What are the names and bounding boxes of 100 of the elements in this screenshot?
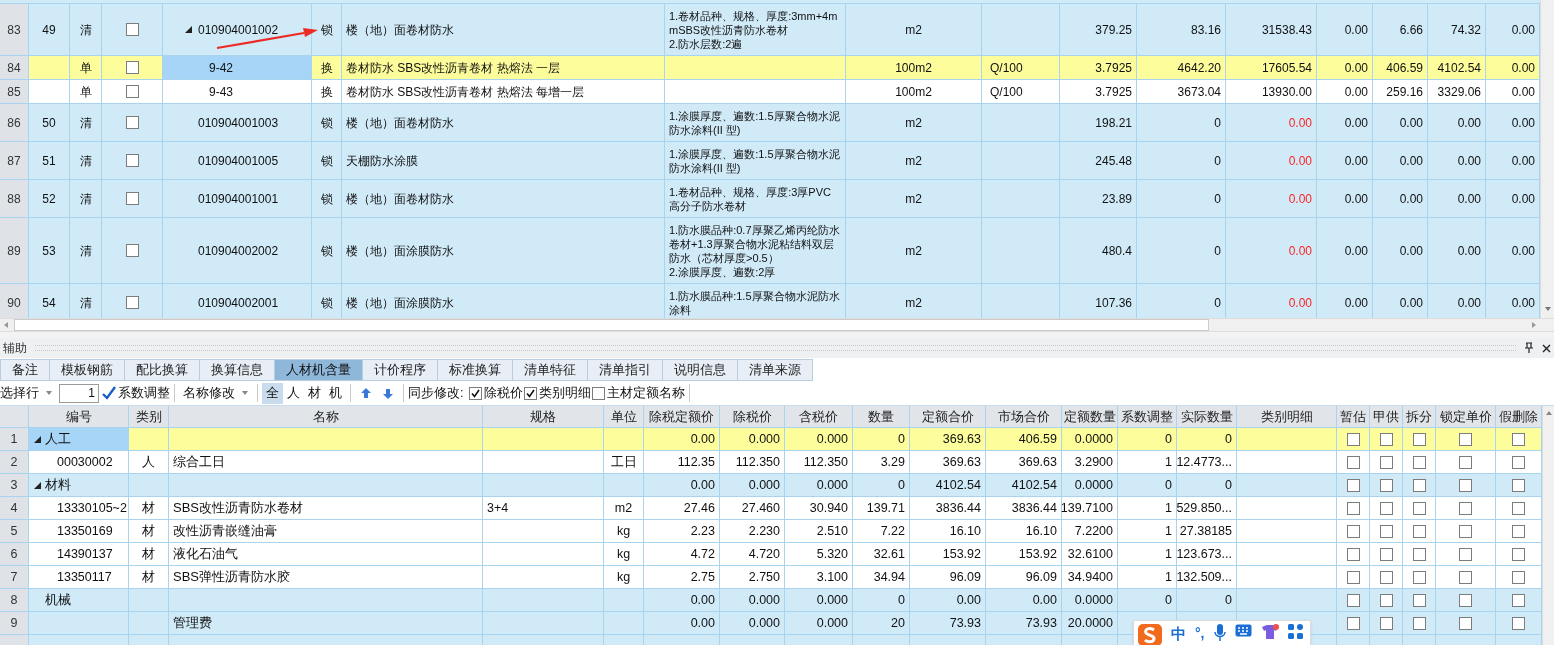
checkbox[interactable] <box>125 85 139 98</box>
checkbox[interactable] <box>125 244 139 257</box>
checkbox[interactable] <box>1459 547 1472 561</box>
checkbox[interactable] <box>1379 547 1393 561</box>
checkbox[interactable] <box>1459 524 1472 538</box>
checkbox[interactable] <box>1459 616 1472 630</box>
table-row[interactable]: 85 单 9-43 换 卷材防水 SBS改性沥青卷材 热熔法 每增一层 100m2 Q/100 3.7925 3673.04 13930.00 0.00 259.16 3329.06 0.00 <box>0 80 1540 104</box>
table-row[interactable]: 83 49 清 010904001002 锁 楼（地）面卷材防水 1.卷材品种、规格、厚度:3mm+4mmSBS改性沥青防水卷材 2.防水层数:2遍 m2 379.25 83.16 31538.43 0.00 6.66 74.32 0.00 <box>0 4 1540 56</box>
logo-icon[interactable] <box>1138 624 1162 645</box>
checkbox[interactable] <box>592 386 606 400</box>
checkbox[interactable] <box>1412 616 1426 630</box>
checkbox[interactable] <box>1512 570 1525 584</box>
checkbox[interactable] <box>1459 455 1472 469</box>
checkbox[interactable] <box>1379 616 1393 630</box>
checkbox[interactable] <box>1379 524 1393 538</box>
checkbox[interactable] <box>1412 593 1426 607</box>
checkbox[interactable] <box>1512 501 1525 515</box>
vertical-scrollbar[interactable] <box>1542 406 1554 645</box>
checkbox[interactable] <box>1459 501 1472 515</box>
table-row[interactable]: 89 53 清 010904002002 锁 楼（地）面涂膜防水 1.防水膜品种:0.7厚聚乙烯丙纶防水卷材+1.3厚聚合物水泥粘结料双层防水（芯材厚度>0.5） 2.涂膜厚度、遍数:2厚 m2 480.4 0 0.00 0.00 0.00 0.00 0.00 <box>0 218 1540 284</box>
tab[interactable]: 标准换算 <box>438 359 513 381</box>
table-row[interactable]: 88 52 清 010904001001 锁 楼（地）面卷材防水 1.卷材品种、规格、厚度:3厚PVC 高分子防水卷材 m2 23.89 0 0.00 0.00 0.00 0.00 0.00 <box>0 180 1540 218</box>
close-icon[interactable] <box>1542 343 1551 353</box>
focused-cell[interactable]: 9-42 <box>163 56 312 80</box>
checkbox[interactable] <box>1412 570 1426 584</box>
expand-icon[interactable] <box>185 26 192 33</box>
tab[interactable]: 人材机含量 <box>275 359 363 381</box>
checkbox[interactable] <box>1379 455 1393 469</box>
table-row[interactable]: 7 13350117 材 SBS弹性沥青防水胶 kg 2.75 2.750 3.100 34.94 96.09 96.09 34.9400 1 132.509... <box>0 566 1542 589</box>
checkbox-label[interactable]: 除税价 <box>484 383 524 403</box>
row-select-dropdown[interactable]: 选择行 <box>0 383 59 403</box>
checkbox-label[interactable]: 主材定额名称 <box>607 383 686 403</box>
checkbox[interactable] <box>1412 455 1426 469</box>
checkbox[interactable] <box>125 154 139 167</box>
tab[interactable]: 清单来源 <box>738 359 813 381</box>
filter-toggle[interactable]: 机 <box>325 382 346 404</box>
tab[interactable]: 配比换算 <box>125 359 200 381</box>
filter-toggle[interactable]: 全 <box>262 382 283 404</box>
checkbox[interactable] <box>1512 478 1525 492</box>
checkbox[interactable] <box>1512 547 1525 561</box>
table-row[interactable]: 2 00030002 人 综合工日 工日 112.35 112.350 112.350 3.29 369.63 369.63 3.2900 1 12.4773... <box>0 451 1542 474</box>
checkbox[interactable] <box>1512 432 1525 446</box>
vertical-scrollbar[interactable] <box>1540 0 1554 318</box>
tab[interactable]: 计价程序 <box>363 359 438 381</box>
tab[interactable]: 备注 <box>0 359 50 381</box>
microphone-icon[interactable] <box>1213 624 1226 642</box>
checkbox[interactable] <box>1379 570 1393 584</box>
checkbox[interactable] <box>1412 547 1426 561</box>
tab[interactable]: 模板钢筋 <box>50 359 125 381</box>
table-row[interactable]: 84 单 9-42 换 卷材防水 SBS改性沥青卷材 热熔法 一层 100m2 Q/100 3.7925 4642.20 17605.54 0.00 406.59 4102.54 0.00 <box>0 56 1540 80</box>
tab[interactable]: 清单特征 <box>513 359 588 381</box>
table-row[interactable]: 5 13350169 材 改性沥青嵌缝油膏 kg 2.23 2.230 2.510 7.22 16.10 16.10 7.2200 1 27.38185 <box>0 520 1542 543</box>
checkbox[interactable] <box>1346 478 1360 492</box>
keyboard-icon[interactable] <box>1234 624 1252 637</box>
number-field[interactable]: 1 <box>59 383 99 403</box>
scrollbar-thumb[interactable] <box>14 319 1209 331</box>
checkbox[interactable] <box>1346 524 1360 538</box>
checkbox[interactable] <box>1379 593 1393 607</box>
checkbox[interactable] <box>1459 478 1472 492</box>
checkbox[interactable] <box>1346 432 1360 446</box>
expand-icon[interactable] <box>34 435 41 443</box>
checkbox[interactable] <box>1346 570 1360 584</box>
checkbox[interactable] <box>125 23 139 36</box>
table-row[interactable]: 87 51 清 010904001005 锁 天棚防水涂膜 1.涂膜厚度、遍数:1.5厚聚合物水泥防水涂料(II 型) m2 245.48 0 0.00 0.00 0.00 0.00 0.00 <box>0 142 1540 180</box>
checkbox[interactable] <box>1512 616 1525 630</box>
table-row[interactable]: 3 材料 0.00 0.000 0.000 0 4102.54 4102.54 0.0000 0 0 <box>0 474 1542 497</box>
checkbox[interactable] <box>524 386 538 400</box>
table-row[interactable]: 4 13330105~2 材 SBS改性沥青防水卷材 3+4 m2 27.46 27.460 30.940 139.71 3836.44 3836.44 139.7100 1 529.850... <box>0 497 1542 520</box>
checkbox[interactable] <box>1412 501 1426 515</box>
checkbox[interactable] <box>1459 570 1472 584</box>
checkbox[interactable] <box>1346 593 1360 607</box>
checkbox[interactable] <box>1346 547 1360 561</box>
checkbox[interactable] <box>1512 524 1525 538</box>
checkbox[interactable] <box>125 192 139 205</box>
table-row[interactable]: 86 50 清 010904001003 锁 楼（地）面卷材防水 1.涂膜厚度、遍数:1.5厚聚合物水泥防水涂料(II 型) m2 198.21 0 0.00 0.00 0.00 0.00 0.00 <box>0 104 1540 142</box>
checkbox[interactable] <box>1379 501 1393 515</box>
table-row[interactable]: 1 人工 0.00 0.000 0.000 0 369.63 406.59 0.0000 0 0 <box>0 428 1542 451</box>
move-down-icon[interactable] <box>383 387 393 399</box>
filter-toggle[interactable]: 材 <box>304 382 325 404</box>
checkbox[interactable] <box>1379 478 1393 492</box>
grid-icon[interactable] <box>1287 624 1303 639</box>
focused-cell[interactable]: 人工 <box>29 428 129 451</box>
rename-dropdown[interactable]: 名称修改 <box>179 383 253 403</box>
checkbox[interactable] <box>1412 432 1426 446</box>
table-row[interactable]: 8 机械 0.00 0.000 0.000 0 0.00 0.00 0.0000 0 0 <box>0 589 1542 612</box>
tab[interactable]: 说明信息 <box>663 359 738 381</box>
checkbox-label[interactable]: 类别明细 <box>539 383 592 403</box>
checkbox[interactable] <box>469 386 483 400</box>
checkbox[interactable] <box>1346 616 1360 630</box>
checkbox[interactable] <box>1512 455 1525 469</box>
checkbox[interactable] <box>1346 501 1360 515</box>
caret-icon[interactable] <box>45 390 53 396</box>
checkbox[interactable] <box>1459 593 1472 607</box>
checkbox[interactable] <box>1346 455 1360 469</box>
table-row[interactable]: 6 14390137 材 液化石油气 kg 4.72 4.720 5.320 32.61 153.92 153.92 32.6100 1 123.673... <box>0 543 1542 566</box>
tab[interactable]: 清单指引 <box>588 359 663 381</box>
checkbox[interactable] <box>1459 432 1472 446</box>
checkbox[interactable] <box>1512 593 1525 607</box>
move-up-icon[interactable] <box>361 387 371 399</box>
table-row[interactable]: 90 54 清 010904002001 锁 楼（地）面涂膜防水 1.防水膜品种:1.5厚聚合物水泥防水涂料 m2 107.36 0 0.00 0.00 0.00 0.00 0.00 <box>0 284 1540 318</box>
